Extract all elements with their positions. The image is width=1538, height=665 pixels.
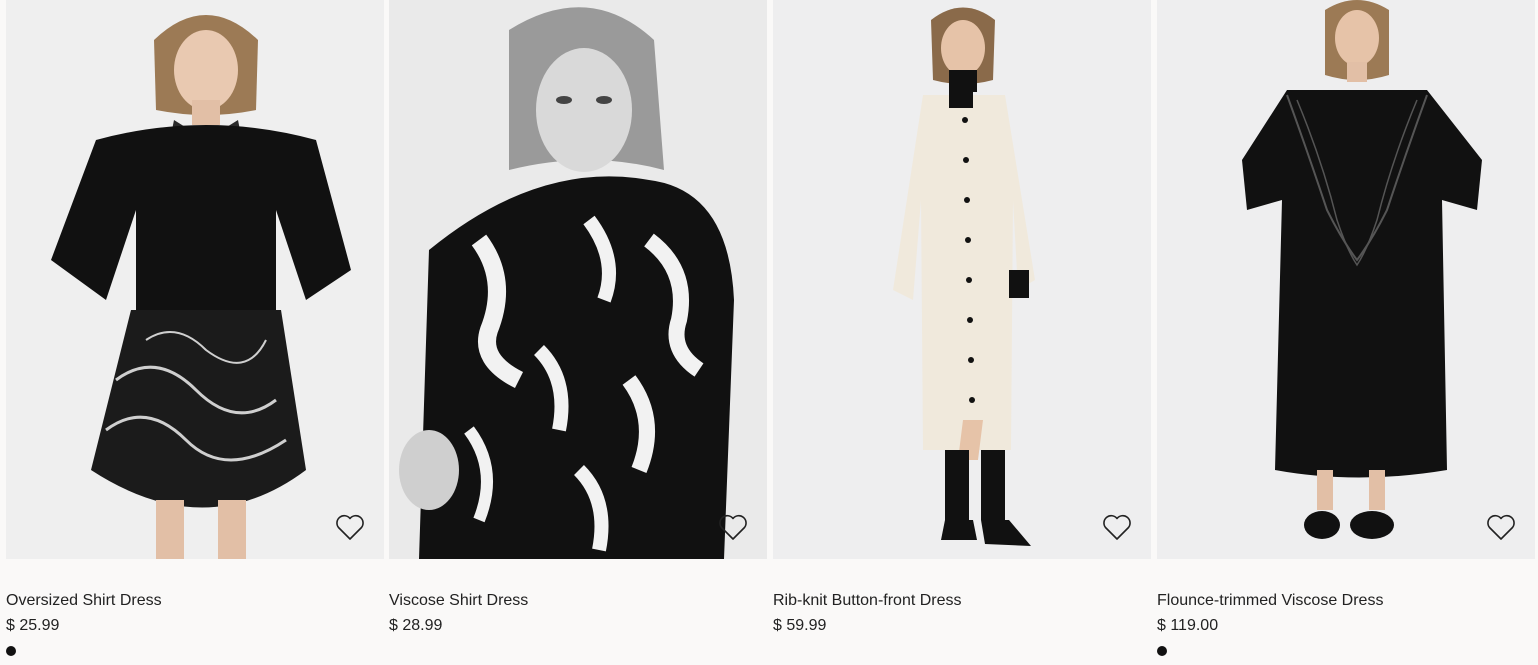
product-photo xyxy=(6,0,384,559)
heart-outline-icon xyxy=(1487,514,1515,540)
color-swatch[interactable] xyxy=(1157,646,1167,656)
product-card: Viscose Shirt Dress $ 28.99 xyxy=(389,0,767,665)
product-image[interactable] xyxy=(389,0,767,559)
product-price: $ 28.99 xyxy=(389,617,443,634)
add-to-favorites-button[interactable] xyxy=(1101,511,1133,543)
product-name[interactable]: Viscose Shirt Dress xyxy=(389,591,528,611)
product-image[interactable] xyxy=(1157,0,1535,559)
product-card: Oversized Shirt Dress $ 25.99 xyxy=(6,0,384,665)
heart-outline-icon xyxy=(719,514,747,540)
add-to-favorites-button[interactable] xyxy=(334,511,366,543)
heart-outline-icon xyxy=(336,514,364,540)
product-price: $ 25.99 xyxy=(6,617,60,634)
product-price: $ 59.99 xyxy=(773,617,827,634)
product-photo xyxy=(389,0,767,559)
heart-outline-icon xyxy=(1103,514,1131,540)
add-to-favorites-button[interactable] xyxy=(1485,511,1517,543)
product-name[interactable]: Oversized Shirt Dress xyxy=(6,591,162,611)
product-image[interactable] xyxy=(6,0,384,559)
product-name[interactable]: Flounce-trimmed Viscose Dress xyxy=(1157,591,1383,611)
product-name[interactable]: Rib-knit Button-front Dress xyxy=(773,591,962,611)
product-card: Rib-knit Button-front Dress $ 59.99 xyxy=(773,0,1151,665)
product-card: Flounce-trimmed Viscose Dress $ 119.00 xyxy=(1157,0,1535,665)
product-photo xyxy=(773,0,1151,559)
add-to-favorites-button[interactable] xyxy=(717,511,749,543)
product-image[interactable] xyxy=(773,0,1151,559)
product-photo xyxy=(1157,0,1535,559)
product-price: $ 119.00 xyxy=(1157,617,1219,634)
product-grid: Oversized Shirt Dress $ 25.99 Viscose Sh… xyxy=(0,0,1538,665)
color-swatch[interactable] xyxy=(6,646,16,656)
